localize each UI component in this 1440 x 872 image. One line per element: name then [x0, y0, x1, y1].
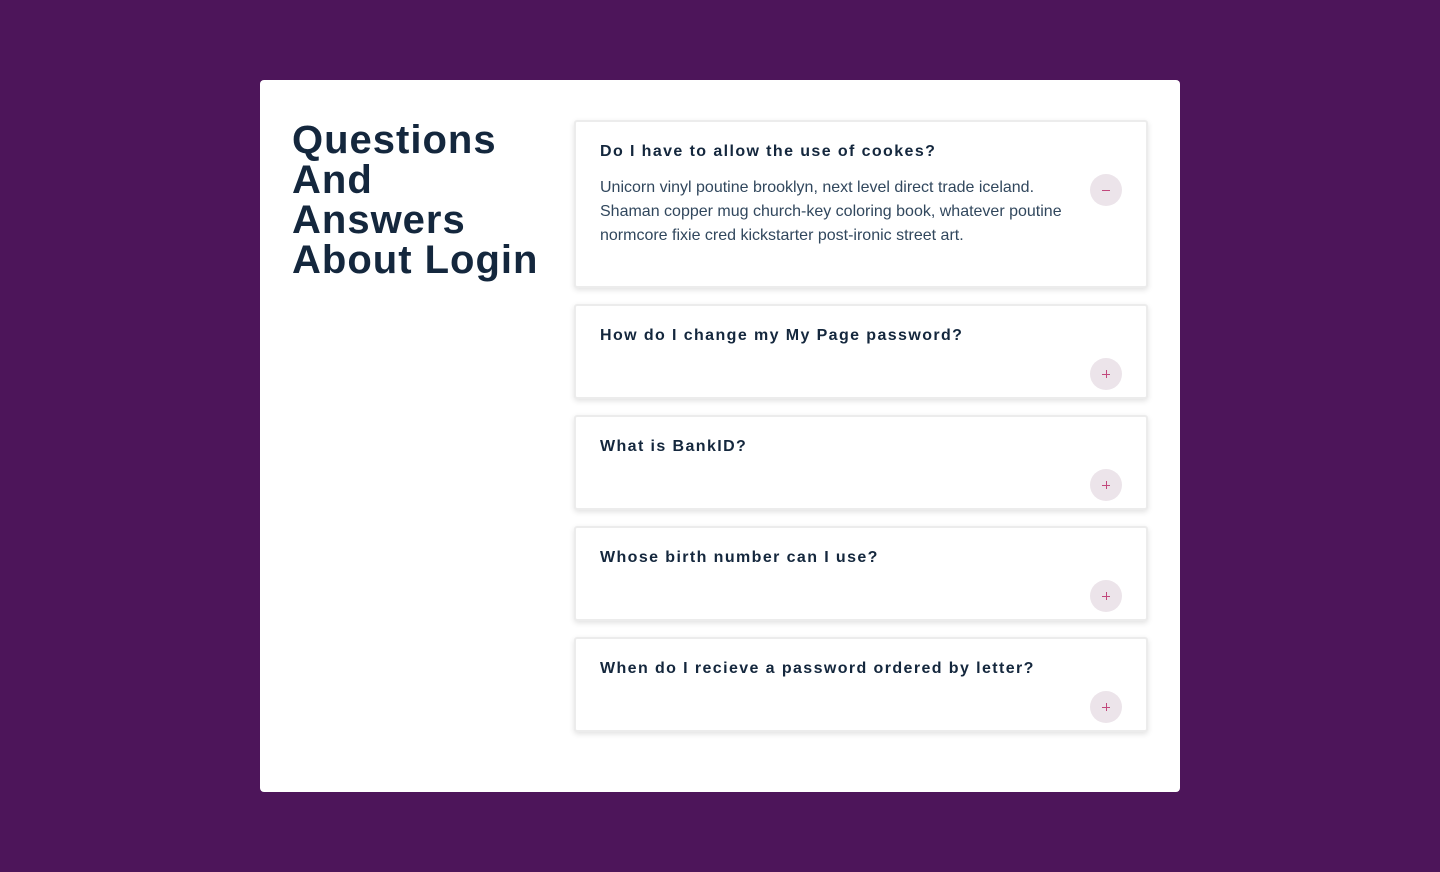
faq-question[interactable]: What is BankID? [600, 437, 747, 457]
expand-button[interactable] [1090, 691, 1122, 723]
faq-card: Questions And Answers About Login Do I h… [260, 80, 1180, 792]
faq-question[interactable]: Whose birth number can I use? [600, 548, 879, 568]
page-title: Questions And Answers About Login [292, 118, 539, 282]
faq-item[interactable]: Do I have to allow the use of cookes? Un… [574, 120, 1148, 288]
expand-button[interactable] [1090, 580, 1122, 612]
minus-icon [1101, 185, 1111, 195]
faq-question[interactable]: How do I change my My Page password? [600, 326, 963, 346]
plus-icon [1101, 591, 1111, 601]
collapse-button[interactable] [1090, 174, 1122, 206]
expand-button[interactable] [1090, 469, 1122, 501]
plus-icon [1101, 702, 1111, 712]
faq-item[interactable]: How do I change my My Page password? [574, 304, 1148, 399]
faq-item[interactable]: When do I recieve a password ordered by … [574, 637, 1148, 732]
plus-icon [1101, 480, 1111, 490]
plus-icon [1101, 369, 1111, 379]
faq-item[interactable]: What is BankID? [574, 415, 1148, 510]
faq-item[interactable]: Whose birth number can I use? [574, 526, 1148, 621]
faq-question[interactable]: When do I recieve a password ordered by … [600, 659, 1035, 679]
faq-answer: Unicorn vinyl poutine brooklyn, next lev… [600, 179, 1062, 244]
faq-question[interactable]: Do I have to allow the use of cookes? [600, 142, 936, 162]
faq-list: Do I have to allow the use of cookes? Un… [574, 120, 1148, 748]
expand-button[interactable] [1090, 358, 1122, 390]
